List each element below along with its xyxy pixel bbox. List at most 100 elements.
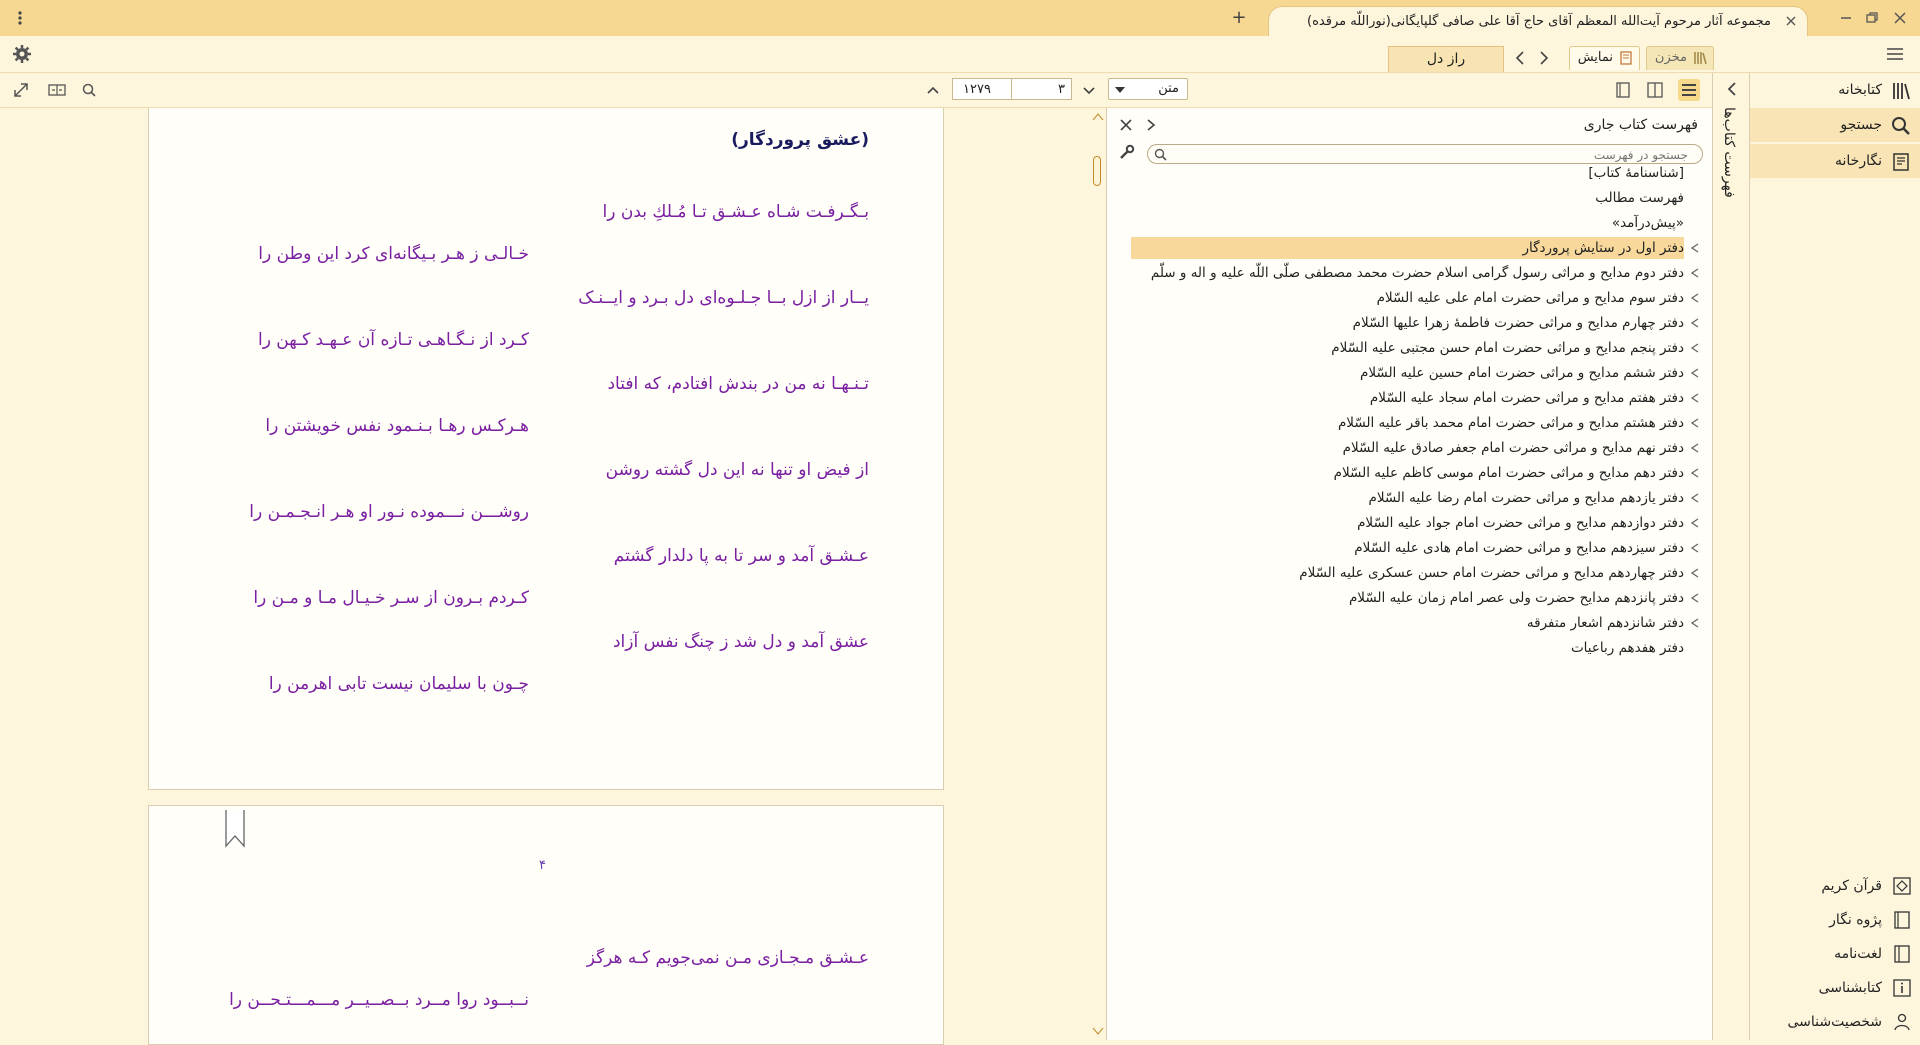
verse-left: خـالـی ز هـر بـیگانه‌ای کرد این وطن را — [258, 244, 529, 264]
expand-triangle-icon[interactable] — [1690, 343, 1700, 353]
toc-item[interactable]: دفتر هفتم مدایح و مراثی حضرت امام سجاد ع… — [1370, 387, 1684, 409]
verse-left: کـرد از نـگـاهـی تـازه آن عـهـد کـهن را — [257, 330, 529, 350]
chevron-left-icon[interactable] — [1725, 81, 1739, 97]
person-icon — [1892, 1012, 1912, 1032]
window-tab[interactable]: مجموعه آثار مرحوم آیت‌الله المعظم آقای ح… — [1268, 6, 1808, 36]
toc-item[interactable]: دفتر دوازدهم مدایح و مراثی حضرت امام جوا… — [1357, 512, 1684, 534]
text-view-icon[interactable] — [1678, 79, 1700, 101]
more-menu-icon[interactable] — [12, 8, 28, 28]
expand-triangle-icon[interactable] — [1690, 568, 1700, 578]
toc-item[interactable]: دفتر نهم مدایح و مراثی حضرت امام جعفر صا… — [1343, 437, 1684, 459]
toc-item[interactable]: دفتر دوم مدایح و مراثی رسول گرامی اسلام … — [1151, 262, 1684, 284]
toc-item[interactable]: دفتر یازدهم مدایح و مراثی حضرت امام رضا … — [1368, 487, 1684, 509]
page-up-icon[interactable] — [922, 79, 944, 101]
restore-icon[interactable] — [1862, 9, 1882, 27]
toc-item-label: دفتر چهاردهم مدایح و مراثی حضرت امام حسن… — [1299, 565, 1684, 581]
expand-triangle-icon[interactable] — [1690, 418, 1700, 428]
sidebar-item-notes[interactable]: پژوه نگار — [1750, 905, 1920, 935]
toc-item[interactable]: دفتر دهم مدایح و مراثی حضرت امام موسی کا… — [1334, 462, 1684, 484]
close-icon[interactable] — [1119, 118, 1133, 132]
sidebar-item-biography[interactable]: شخصیت‌شناسی — [1750, 1007, 1920, 1037]
toc-item[interactable]: دفتر سیزدهم مدایح و مراثی حضرت امام هادی… — [1354, 537, 1684, 559]
search-icon[interactable] — [78, 79, 100, 101]
toc-item-label: دفتر نهم مدایح و مراثی حضرت امام جعفر صا… — [1342, 440, 1684, 456]
page-number-field[interactable]: ۳ ۱۲۷۹ — [952, 78, 1072, 100]
expand-triangle-icon[interactable] — [1690, 243, 1700, 253]
toc-search-box[interactable] — [1147, 144, 1703, 164]
expand-triangle-icon[interactable] — [1690, 268, 1700, 278]
toc-item[interactable]: دفتر پنجم مدایح و مراثی حضرت امام حسن مج… — [1331, 337, 1684, 359]
close-tab-icon[interactable] — [1783, 13, 1799, 29]
tabs-row: مخزن نمایش — [0, 36, 1920, 73]
toc-item[interactable]: دفتر اول در ستایش پروردگار — [1131, 237, 1684, 259]
gallery-icon — [1890, 151, 1912, 173]
verse-left: نــبــود روا مــرد بــصــیــر مـــمـــتـ… — [229, 990, 529, 1010]
toc-item[interactable]: دفتر هفدهم رباعیات — [1571, 637, 1684, 659]
settings-gear-icon[interactable] — [12, 44, 32, 64]
expand-triangle-icon[interactable] — [1690, 618, 1700, 628]
sidebar-item-gallery[interactable]: نگارخانه — [1750, 144, 1920, 178]
sidebar-item-library[interactable]: کتابخانه — [1750, 73, 1920, 107]
hamburger-menu-icon[interactable] — [1884, 44, 1906, 64]
expand-triangle-icon[interactable] — [1690, 468, 1700, 478]
expand-triangle-icon[interactable] — [1690, 318, 1700, 328]
expand-triangle-icon[interactable] — [1690, 543, 1700, 553]
expand-triangle-icon[interactable] — [1690, 443, 1700, 453]
scrollbar-thumb[interactable] — [1093, 156, 1101, 186]
book-tab[interactable]: راز دل — [1388, 46, 1504, 72]
toc-item-label: [شناسنامهٔ کتاب] — [1588, 165, 1684, 181]
expand-triangle-icon[interactable] — [1690, 593, 1700, 603]
toc-item[interactable]: دفتر چهاردهم مدایح و مراثی حضرت امام حسن… — [1299, 562, 1684, 584]
minimize-icon[interactable] — [1836, 9, 1856, 27]
expand-triangle-icon[interactable] — [1690, 293, 1700, 303]
repository-icon — [1693, 51, 1707, 65]
expand-triangle-icon[interactable] — [1690, 368, 1700, 378]
tab-display-label: نمایش — [1577, 50, 1613, 65]
wrench-icon[interactable] — [1119, 144, 1135, 160]
search-icon — [1154, 148, 1167, 161]
next-arrow-icon[interactable] — [1536, 48, 1552, 68]
toc-item-label: دفتر سیزدهم مدایح و مراثی حضرت امام هادی… — [1354, 540, 1684, 556]
toc-item[interactable]: دفتر چهارم مدایح و مراثی حضرت فاطمهٔ زهر… — [1353, 312, 1684, 334]
compare-icon[interactable] — [46, 79, 68, 101]
page-down-icon[interactable] — [1078, 79, 1100, 101]
chevron-right-icon[interactable] — [1145, 118, 1157, 132]
toc-item[interactable]: فهرست مطالب — [1595, 187, 1684, 209]
toc-item[interactable]: «پیش‌درآمد» — [1612, 212, 1684, 234]
two-page-icon[interactable] — [1644, 79, 1666, 101]
sidebar-item-search[interactable]: جستجو — [1750, 108, 1920, 142]
tab-repository[interactable]: مخزن — [1645, 46, 1714, 70]
toc-item-label: دفتر اول در ستایش پروردگار — [1522, 240, 1684, 256]
close-window-icon[interactable] — [1890, 9, 1910, 27]
prev-arrow-icon[interactable] — [1512, 48, 1528, 68]
sidebar-item-dictionary[interactable]: لغت‌نامه — [1750, 939, 1920, 969]
verse-right: بـگـرفـت شـاه عـشـق تـا مُـلكِ بدن را — [602, 202, 869, 222]
sidebar-item-quran[interactable]: قرآن کریم — [1750, 871, 1920, 901]
toc-item[interactable]: دفتر پانزدهم مدایح حضرت ولی عصر امام زما… — [1349, 587, 1684, 609]
view-mode-select[interactable]: متن — [1108, 78, 1188, 100]
current-page[interactable]: ۳ — [1058, 82, 1065, 97]
new-tab-button[interactable]: + — [1230, 8, 1248, 28]
expand-triangle-icon[interactable] — [1690, 518, 1700, 528]
sidebar-item-bibliography[interactable]: کتابشناسی — [1750, 973, 1920, 1003]
toc-item[interactable]: [شناسنامهٔ کتاب] — [1588, 162, 1684, 184]
toc-item[interactable]: دفتر شانزدهم اشعار متفرقه — [1527, 612, 1684, 634]
expand-icon[interactable] — [10, 79, 32, 101]
window-title: مجموعه آثار مرحوم آیت‌الله المعظم آقای ح… — [1307, 14, 1771, 29]
toc-item[interactable]: دفتر سوم مدایح و مراثی حضرت امام علی علی… — [1377, 287, 1684, 309]
book-view[interactable]: (عشق پروردگار) بـگـرفـت شـاه عـشـق تـا م… — [0, 108, 1105, 1045]
expand-triangle-icon[interactable] — [1690, 493, 1700, 503]
toc-item[interactable]: دفتر هشتم مدایح و مراثی حضرت امام محمد ب… — [1338, 412, 1684, 434]
library-icon — [1890, 80, 1912, 102]
tab-display[interactable]: نمایش — [1568, 46, 1640, 70]
books-list-vertical-tab[interactable]: فهرست کتاب‌ها — [1712, 73, 1750, 1040]
toc-item[interactable]: دفتر ششم مدایح و مراثی حضرت امام حسین عل… — [1360, 362, 1684, 384]
reader-toolbar: ۳ ۱۲۷۹ متن — [0, 73, 1730, 108]
book-scrollbar[interactable] — [1091, 108, 1105, 1040]
toc-panel: فهرست کتاب جاری [شناسنامهٔ کتاب] فهرست مط… — [1106, 108, 1712, 1040]
expand-triangle-icon[interactable] — [1690, 393, 1700, 403]
single-page-icon[interactable] — [1612, 79, 1634, 101]
dropdown-arrow-icon — [1115, 86, 1125, 94]
toc-item-label: دفتر سوم مدایح و مراثی حضرت امام علی علی… — [1376, 290, 1684, 306]
bookmark-icon[interactable] — [224, 810, 246, 848]
